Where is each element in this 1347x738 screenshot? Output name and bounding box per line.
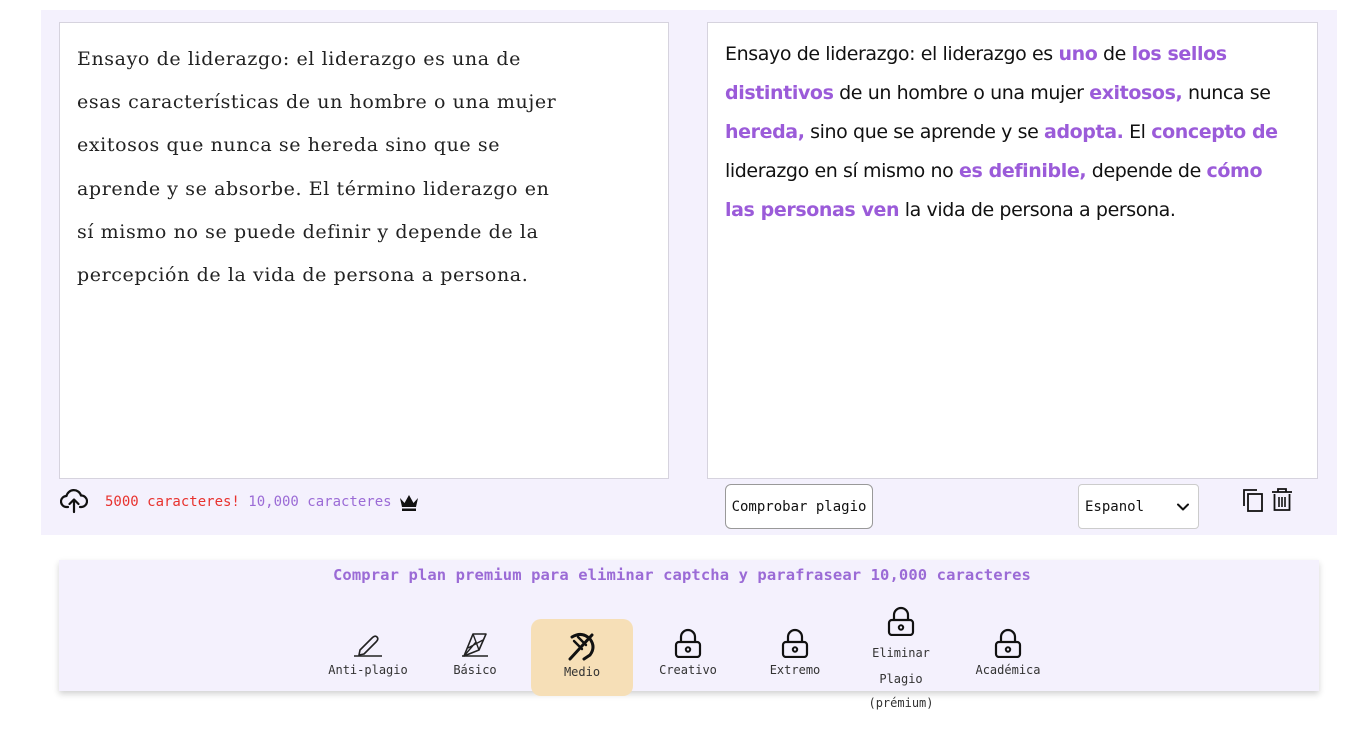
lock-icon	[887, 606, 915, 636]
mode-academica[interactable]: Académica	[958, 628, 1058, 688]
lock-icon	[994, 628, 1022, 658]
check-plagiarism-button[interactable]: Comprobar plagio	[725, 484, 873, 529]
chevron-down-icon	[1177, 503, 1189, 511]
mode-eliminar-plagio[interactable]: Eliminar Plagio (prémium)	[851, 606, 951, 710]
mode-anti-plagio[interactable]: Anti-plagio	[318, 630, 418, 690]
input-textarea[interactable]: Ensayo de liderazgo: el liderazgo es una…	[59, 22, 669, 479]
language-select[interactable]: Espanol	[1078, 484, 1199, 529]
free-limit: 5000 caracteres!	[105, 494, 240, 510]
mode-extremo[interactable]: Extremo	[745, 628, 845, 688]
lock-icon	[674, 628, 702, 658]
pen-icon	[354, 635, 382, 657]
premium-limit: 10,000 caracteres	[239, 494, 392, 510]
cloud-upload-icon[interactable]	[60, 488, 88, 514]
output-textarea[interactable]: Ensayo de liderazgo: el liderazgo es uno…	[707, 22, 1318, 479]
lock-icon	[781, 628, 809, 658]
mode-basico[interactable]: Básico	[425, 630, 525, 690]
trash-icon[interactable]	[1270, 487, 1294, 513]
premium-promo-link[interactable]: Comprar plan premium para eliminar captc…	[333, 566, 1031, 584]
language-value: Espanol	[1085, 498, 1145, 515]
mode-medio[interactable]: Medio	[531, 619, 633, 696]
input-text: Ensayo de liderazgo: el liderazgo es una…	[77, 48, 557, 287]
output-text: Ensayo de liderazgo: el liderazgo es uno…	[725, 43, 1278, 221]
feather-icon	[568, 632, 595, 661]
mode-creativo[interactable]: Creativo	[638, 628, 738, 688]
mode-eliminar-plagio-label: Eliminar Plagio (prémium)	[868, 646, 934, 710]
character-limit: 5000 caracteres! 10,000 caracteres	[105, 494, 392, 510]
copy-icon[interactable]	[1242, 488, 1266, 514]
pen-nib-icon	[462, 633, 488, 657]
crown-icon[interactable]	[398, 492, 420, 512]
